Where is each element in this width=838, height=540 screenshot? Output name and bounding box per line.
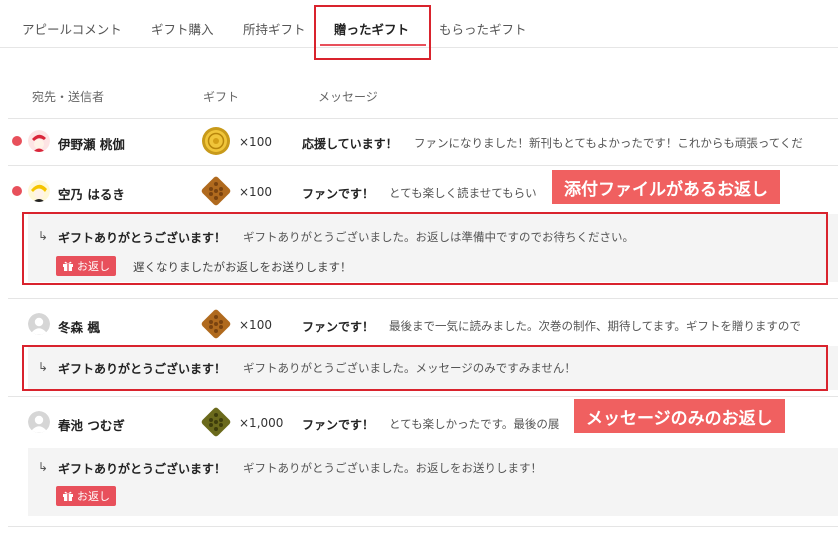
message-body: ファンになりました！新刊もとてもよかったです！これからも頑張ってくだ [414, 136, 803, 150]
reply-body: ギフトありがとうございました。お返しは準備中ですのでお待ちください。 [243, 230, 634, 244]
gift-box-icon [63, 261, 73, 271]
return-button-label: お返し [77, 260, 110, 273]
avatar [28, 130, 50, 152]
avatar [28, 313, 50, 335]
message-body: とても楽しかったです。最後の展 [389, 417, 560, 431]
reply-box: ↳ ギフトありがとうございます！ ギフトありがとうございました。メッセージのみで… [28, 346, 838, 390]
reply-title: ギフトありがとうございます！ [58, 362, 227, 376]
reply-arrow-icon: ↳ [38, 360, 49, 374]
message-title: ファンです！ [302, 418, 375, 432]
tab-received-gifts[interactable]: もらったギフト [439, 19, 527, 38]
sender-name: 春池 つむぎ [58, 418, 125, 433]
reply-body: ギフトありがとうございました。お返しをお送りします！ [243, 461, 542, 475]
waffle-icon [201, 407, 231, 437]
message-title: ファンです！ [302, 187, 375, 201]
reply-title: ギフトありがとうございます！ [58, 462, 227, 476]
callout-message-only-reply: メッセージのみのお返し [574, 399, 785, 433]
unread-dot [12, 186, 22, 196]
row-divider [8, 396, 838, 397]
gold-coin-icon [201, 126, 231, 156]
sender-name: 伊野瀬 桃伽 [58, 137, 125, 152]
row-divider [8, 165, 838, 166]
return-gift-button[interactable]: お返し [56, 486, 116, 506]
active-tab-indicator [320, 44, 426, 46]
gift-quantity: ×100 [239, 185, 272, 199]
gift-box-icon [63, 491, 73, 501]
reply-arrow-icon: ↳ [38, 460, 49, 474]
return-note: 遅くなりましたがお返しをお送りします！ [133, 260, 352, 274]
row-divider [8, 526, 838, 527]
sender-name: 冬森 楓 [58, 320, 100, 335]
waffle-icon [201, 309, 231, 339]
message-title: ファンです！ [302, 320, 375, 334]
reply-box: ↳ ギフトありがとうございます！ ギフトありがとうございました。お返しをお送りし… [28, 448, 838, 516]
avatar [28, 180, 50, 202]
reply-box: ↳ ギフトありがとうございます！ ギフトありがとうございました。お返しは準備中で… [28, 214, 838, 282]
avatar [28, 411, 50, 433]
reply-arrow-icon: ↳ [38, 229, 49, 243]
tab-gift-purchase[interactable]: ギフト購入 [151, 19, 214, 38]
column-header-gift: ギフト [203, 90, 240, 104]
gift-quantity: ×100 [239, 318, 272, 332]
tab-appeal-comment[interactable]: アピールコメント [22, 19, 122, 38]
column-header-recipient: 宛先・送信者 [32, 90, 105, 104]
gift-quantity: ×100 [239, 135, 272, 149]
reply-title: ギフトありがとうございます！ [58, 231, 227, 245]
gift-quantity: ×1,000 [239, 416, 284, 430]
return-gift-button[interactable]: お返し [56, 256, 116, 276]
waffle-icon [201, 176, 231, 206]
column-header-message: メッセージ [318, 90, 378, 104]
row-divider [8, 298, 838, 299]
header-divider [8, 118, 838, 119]
callout-attachment-reply: 添付ファイルがあるお返し [552, 170, 780, 204]
reply-body: ギフトありがとうございました。メッセージのみですみません！ [243, 361, 576, 375]
tab-sent-gifts[interactable]: 贈ったギフト [334, 19, 409, 38]
return-button-label: お返し [77, 490, 110, 503]
sender-name: 空乃 はるき [58, 187, 125, 202]
tab-bar: アピールコメント ギフト購入 所持ギフト 贈ったギフト もらったギフト [0, 0, 838, 48]
unread-dot [12, 136, 22, 146]
message-body: 最後まで一気に読みました。次巻の制作、期待してます。ギフトを贈りますので [389, 319, 801, 333]
message-title: 応援しています！ [302, 137, 398, 151]
tab-owned-gifts[interactable]: 所持ギフト [243, 19, 306, 38]
message-body: とても楽しく読ませてもらい [389, 186, 537, 200]
